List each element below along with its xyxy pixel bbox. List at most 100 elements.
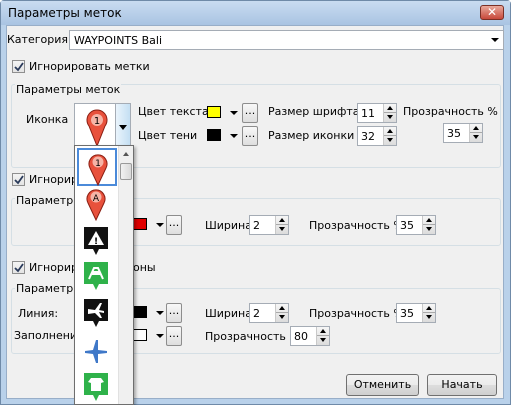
arrow-up-icon — [320, 329, 326, 333]
icon-size-stepper[interactable]: 32 — [357, 126, 397, 146]
svg-text:1: 1 — [95, 159, 101, 169]
polygon-width-label: Ширина — [205, 307, 252, 320]
line-color-more-button[interactable]: ... — [166, 215, 182, 235]
icon-option-black-airplane[interactable] — [77, 296, 117, 334]
shadow-color-swatch — [207, 129, 221, 141]
chevron-down-icon — [230, 134, 238, 138]
dropdown-scrollbar[interactable] — [118, 146, 133, 404]
icon-option-blue-airplane[interactable] — [77, 335, 117, 373]
font-size-value: 11 — [361, 107, 375, 120]
icon-option-red-pin-1[interactable]: 1 — [77, 148, 117, 186]
arrow-down-icon — [320, 338, 326, 342]
ignore-polygons-label-tail: оны — [133, 261, 156, 274]
arrow-down-icon — [426, 315, 432, 319]
polygon-fill-color-more-button[interactable]: ... — [166, 326, 182, 346]
green-shirt-sign-icon — [84, 373, 108, 401]
shadow-color-more-button[interactable]: ... — [242, 126, 258, 146]
scrollbar-thumb[interactable] — [120, 163, 132, 180]
lines-params-title: Параметры — [15, 194, 83, 207]
text-color-picker[interactable] — [207, 103, 241, 123]
line-color-swatch — [133, 218, 147, 230]
checkmark-icon — [14, 263, 24, 273]
text-color-label: Цвет текста — [138, 105, 209, 118]
spin-buttons[interactable] — [316, 327, 329, 345]
black-airplane-sign-icon — [84, 299, 108, 327]
warning-sign-icon: ! — [84, 227, 108, 255]
icon-dropdown-list[interactable]: 1 A ! — [74, 145, 134, 405]
red-pin-1-icon: 1 — [88, 154, 108, 186]
red-pin-a-icon: A — [86, 189, 106, 221]
arrow-up-icon — [426, 218, 432, 222]
arrow-up-icon — [387, 106, 393, 110]
polygon-line-transparency-value: 35 — [400, 307, 414, 320]
line-color-picker[interactable] — [133, 215, 167, 235]
arrow-up-icon — [473, 126, 479, 130]
line-width-stepper[interactable]: 2 — [249, 215, 289, 235]
icon-option-red-pin-a[interactable]: A — [77, 185, 117, 223]
chevron-down-icon — [156, 311, 164, 315]
polygons-params-title: Параметры — [15, 282, 83, 295]
spin-buttons[interactable] — [275, 304, 288, 322]
svg-text:1: 1 — [94, 116, 100, 127]
category-label: Категория: — [7, 33, 72, 46]
text-color-swatch — [207, 106, 221, 118]
marks-params-title: Параметры меток — [15, 83, 122, 96]
category-select[interactable]: WAYPOINTS Bali — [69, 30, 504, 50]
arrow-down-icon — [426, 227, 432, 231]
chevron-down-icon — [119, 125, 127, 130]
icon-size-label: Размер иконки — [268, 129, 355, 142]
arrow-down-icon — [387, 115, 393, 119]
polygon-line-transparency-stepper[interactable]: 35 — [396, 303, 436, 323]
chevron-down-icon — [491, 38, 499, 42]
cancel-button[interactable]: Отменить — [346, 374, 419, 396]
line-transparency-stepper[interactable]: 35 — [396, 215, 436, 235]
arrow-up-icon — [387, 129, 393, 133]
text-color-more-button[interactable]: ... — [242, 103, 258, 123]
polygon-width-stepper[interactable]: 2 — [249, 303, 289, 323]
checkmark-icon — [14, 62, 24, 72]
ignore-lines-checkbox[interactable] — [12, 173, 25, 186]
icon-option-green-shirt[interactable] — [77, 370, 117, 404]
ignore-marks-checkbox[interactable] — [12, 60, 25, 73]
spin-buttons[interactable] — [383, 104, 396, 122]
start-button[interactable]: Начать — [427, 374, 497, 396]
shadow-color-label: Цвет тени — [138, 129, 198, 142]
icon-size-value: 32 — [361, 130, 375, 143]
spin-buttons[interactable] — [469, 124, 482, 142]
icon-option-green-road[interactable] — [77, 259, 117, 297]
line-width-value: 2 — [253, 219, 260, 232]
svg-text:A: A — [93, 194, 100, 204]
line-transparency-value: 35 — [400, 219, 414, 232]
line-transparency-label: Прозрачность % — [309, 219, 404, 232]
font-size-stepper[interactable]: 11 — [357, 103, 397, 123]
red-pin-1-icon: 1 — [86, 109, 108, 148]
close-button[interactable]: ✕ — [480, 5, 504, 20]
spin-buttons[interactable] — [422, 216, 435, 234]
arrow-up-icon — [426, 306, 432, 310]
marks-transparency-stepper[interactable]: 35 — [443, 123, 483, 143]
blue-airplane-icon — [85, 340, 107, 363]
polygon-fill-transparency-stepper[interactable]: 80 — [290, 326, 330, 346]
polygon-fill-transparency-value: 80 — [294, 330, 308, 343]
spin-buttons[interactable] — [383, 127, 396, 145]
marks-transparency-label: Прозрачность % — [403, 105, 498, 118]
shadow-color-picker[interactable] — [207, 126, 241, 146]
arrow-up-icon — [279, 306, 285, 310]
ignore-polygons-checkbox[interactable] — [12, 261, 25, 274]
icon-label: Иконка — [26, 113, 69, 126]
chevron-down-icon — [230, 111, 238, 115]
polygon-fill-color-picker[interactable] — [133, 326, 167, 346]
polygon-line-color-swatch — [133, 306, 147, 318]
title-bar[interactable]: Параметры меток ✕ — [1, 1, 510, 25]
line-width-label: Ширина — [205, 219, 252, 232]
spin-buttons[interactable] — [422, 304, 435, 322]
svg-text:!: ! — [94, 237, 98, 247]
scroll-up-icon[interactable] — [123, 152, 129, 156]
green-road-sign-icon — [84, 262, 108, 290]
polygon-line-color-picker[interactable] — [133, 303, 167, 323]
polygon-width-value: 2 — [253, 307, 260, 320]
ignore-marks-label: Игнорировать метки — [29, 60, 150, 73]
spin-buttons[interactable] — [275, 216, 288, 234]
polygon-line-color-more-button[interactable]: ... — [166, 303, 182, 323]
icon-option-warning[interactable]: ! — [77, 224, 117, 262]
